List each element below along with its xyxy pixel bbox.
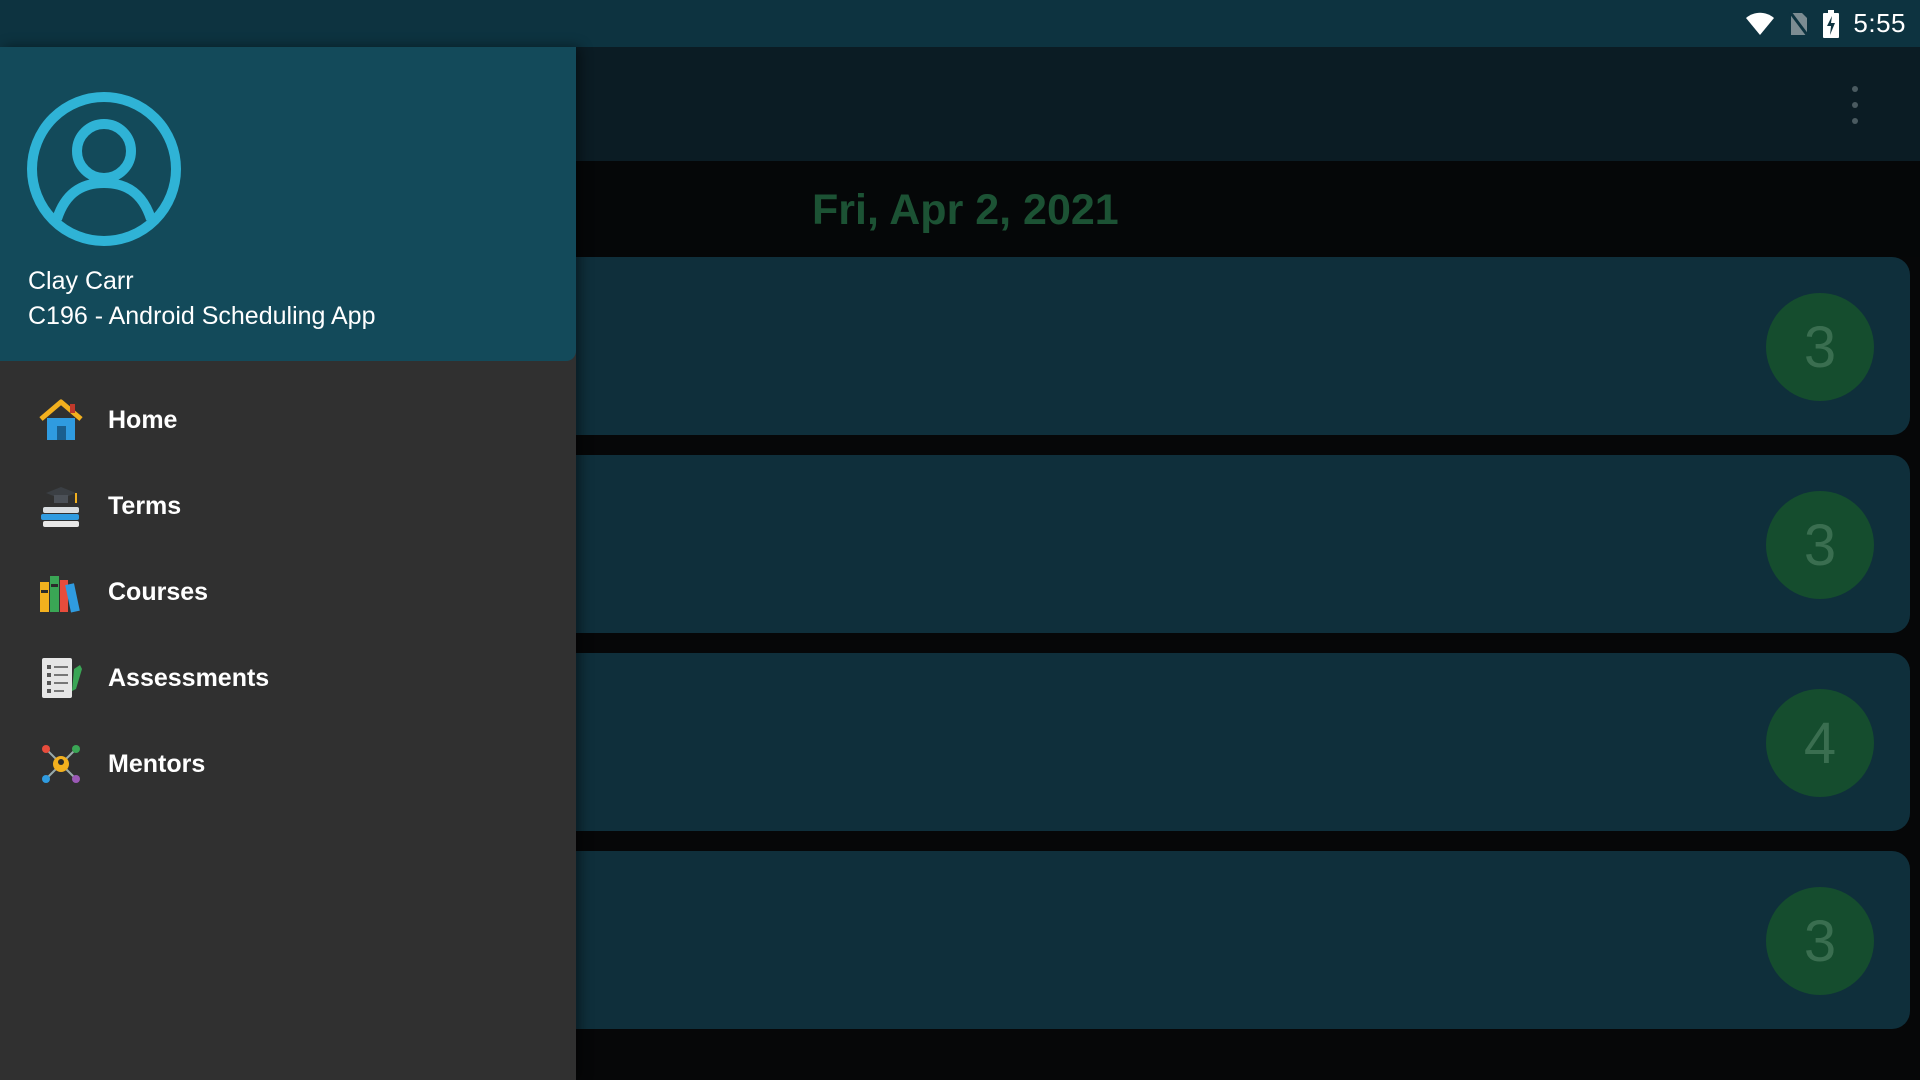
date-label: Fri, Apr 2, 2021 (812, 186, 1119, 234)
nav-item-assessments[interactable]: Assessments (0, 635, 576, 721)
count-value: 4 (1803, 710, 1837, 776)
status-time: 5:55 (1853, 8, 1906, 38)
graduation-books-icon (38, 483, 84, 529)
nav-list: Home Terms Courses Assessments Mentors (0, 377, 576, 807)
count-badge: 3 (1766, 293, 1874, 401)
user-name: Clay Carr (28, 267, 134, 295)
count-badge: 3 (1766, 887, 1874, 995)
wifi-icon (1745, 12, 1775, 36)
nav-label-assessments: Assessments (108, 663, 270, 692)
nav-item-terms[interactable]: Terms (0, 463, 576, 549)
nav-item-mentors[interactable]: Mentors (0, 721, 576, 807)
status-bar: 5:55 (0, 0, 1920, 47)
more-vert-icon[interactable] (1848, 86, 1862, 124)
navigation-drawer: Clay Carr C196 - Android Scheduling App … (0, 47, 576, 1080)
count-badge: 3 (1766, 491, 1874, 599)
screen: 5:55 Fri, Apr 2, 2021 3 3 4 3 Clay Carr … (0, 0, 1920, 1080)
battery-charging-icon (1823, 9, 1840, 38)
document-checklist-icon (38, 655, 84, 701)
app-subtitle: C196 - Android Scheduling App (28, 302, 376, 330)
network-people-icon (38, 741, 84, 787)
nav-label-courses: Courses (108, 577, 209, 606)
count-value: 3 (1803, 908, 1837, 974)
count-value: 3 (1803, 314, 1837, 380)
count-value: 3 (1803, 512, 1837, 578)
books-icon (38, 569, 84, 615)
nav-label-terms: Terms (108, 491, 182, 520)
nav-label-mentors: Mentors (108, 749, 206, 778)
nav-item-home[interactable]: Home (0, 377, 576, 463)
nav-item-courses[interactable]: Courses (0, 549, 576, 635)
nav-label-home: Home (108, 405, 178, 434)
account-circle-icon (26, 91, 182, 247)
drawer-header: Clay Carr C196 - Android Scheduling App (0, 47, 576, 361)
count-badge: 4 (1766, 689, 1874, 797)
no-sim-icon (1789, 10, 1810, 37)
home-icon (38, 397, 84, 443)
